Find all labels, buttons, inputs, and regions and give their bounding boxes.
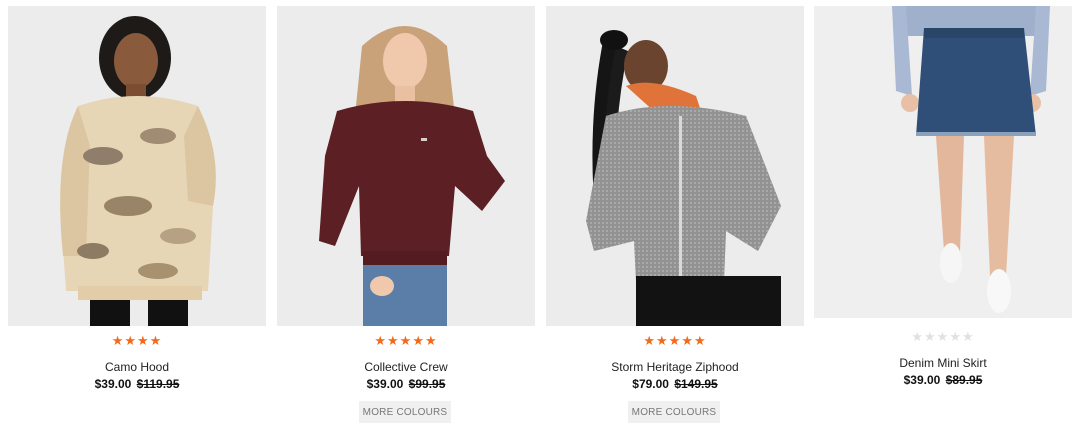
storm-heritage-ziphood-photo <box>586 30 781 326</box>
product-name[interactable]: Collective Crew <box>277 360 535 374</box>
star-rating: ★★★★★ <box>277 332 535 349</box>
half-star-icon: ★ <box>693 334 707 349</box>
sale-price: $39.00 <box>94 377 132 391</box>
product-name[interactable]: Storm Heritage Ziphood <box>546 360 804 374</box>
original-price: $149.95 <box>674 377 718 391</box>
star-icon: ★ <box>681 334 694 349</box>
star-rating: ★★★★★ <box>546 332 804 349</box>
original-price: $119.95 <box>136 377 180 391</box>
product-price: $39.00 $89.95 <box>814 373 1072 387</box>
product-price: $39.00 $99.95 <box>277 377 535 391</box>
sale-price: $39.00 <box>903 373 941 387</box>
product-price: $39.00 $119.95 <box>8 377 266 391</box>
product-card[interactable]: ★★★★★ Storm Heritage Ziphood $79.00 $149… <box>546 6 804 435</box>
star-icon: ★ <box>656 334 669 349</box>
denim-mini-skirt-photo <box>892 6 1050 313</box>
half-star-icon: ★ <box>424 334 438 349</box>
star-empty-icon: ★ <box>949 330 962 345</box>
star-icon: ★ <box>412 334 425 349</box>
sale-price: $39.00 <box>366 377 404 391</box>
original-price: $99.95 <box>408 377 446 391</box>
product-grid: ★★★★ Camo Hood $39.00 $119.95 ★★★★★ Coll… <box>8 6 1072 435</box>
product-card[interactable]: ★★★★★ Collective Crew $39.00 $99.95 MORE… <box>277 6 535 435</box>
more-colours-button[interactable]: MORE COLOURS <box>628 401 720 423</box>
product-price: $79.00 $149.95 <box>546 377 804 391</box>
star-empty-icon: ★ <box>924 330 937 345</box>
sale-price: $79.00 <box>632 377 669 391</box>
star-icon: ★ <box>124 334 137 349</box>
star-empty-icon: ★ <box>936 330 950 345</box>
product-image[interactable] <box>8 6 266 326</box>
product-image[interactable] <box>814 6 1072 318</box>
product-image[interactable] <box>277 6 535 326</box>
more-colours-button[interactable]: MORE COLOURS <box>359 401 451 423</box>
star-icon: ★ <box>399 334 413 349</box>
star-empty-icon: ★ <box>961 330 975 345</box>
product-card[interactable]: ★★★★ Camo Hood $39.00 $119.95 <box>8 6 266 435</box>
star-icon: ★ <box>111 334 125 349</box>
original-price: $89.95 <box>945 373 983 387</box>
star-rating: ★★★★★ <box>814 328 1072 345</box>
star-icon: ★ <box>149 334 163 349</box>
star-icon: ★ <box>137 334 150 349</box>
product-card[interactable]: ★★★★★ Denim Mini Skirt $39.00 $89.95 <box>814 6 1072 435</box>
star-icon: ★ <box>643 334 657 349</box>
camo-hood-photo <box>60 16 216 326</box>
product-name[interactable]: Camo Hood <box>8 360 266 374</box>
product-image[interactable] <box>546 6 804 326</box>
star-icon: ★ <box>668 334 682 349</box>
star-rating: ★★★★ <box>8 332 266 349</box>
star-icon: ★ <box>374 334 388 349</box>
product-name[interactable]: Denim Mini Skirt <box>814 356 1072 370</box>
star-icon: ★ <box>387 334 400 349</box>
star-empty-icon: ★ <box>911 330 925 345</box>
collective-crew-photo <box>319 26 505 326</box>
